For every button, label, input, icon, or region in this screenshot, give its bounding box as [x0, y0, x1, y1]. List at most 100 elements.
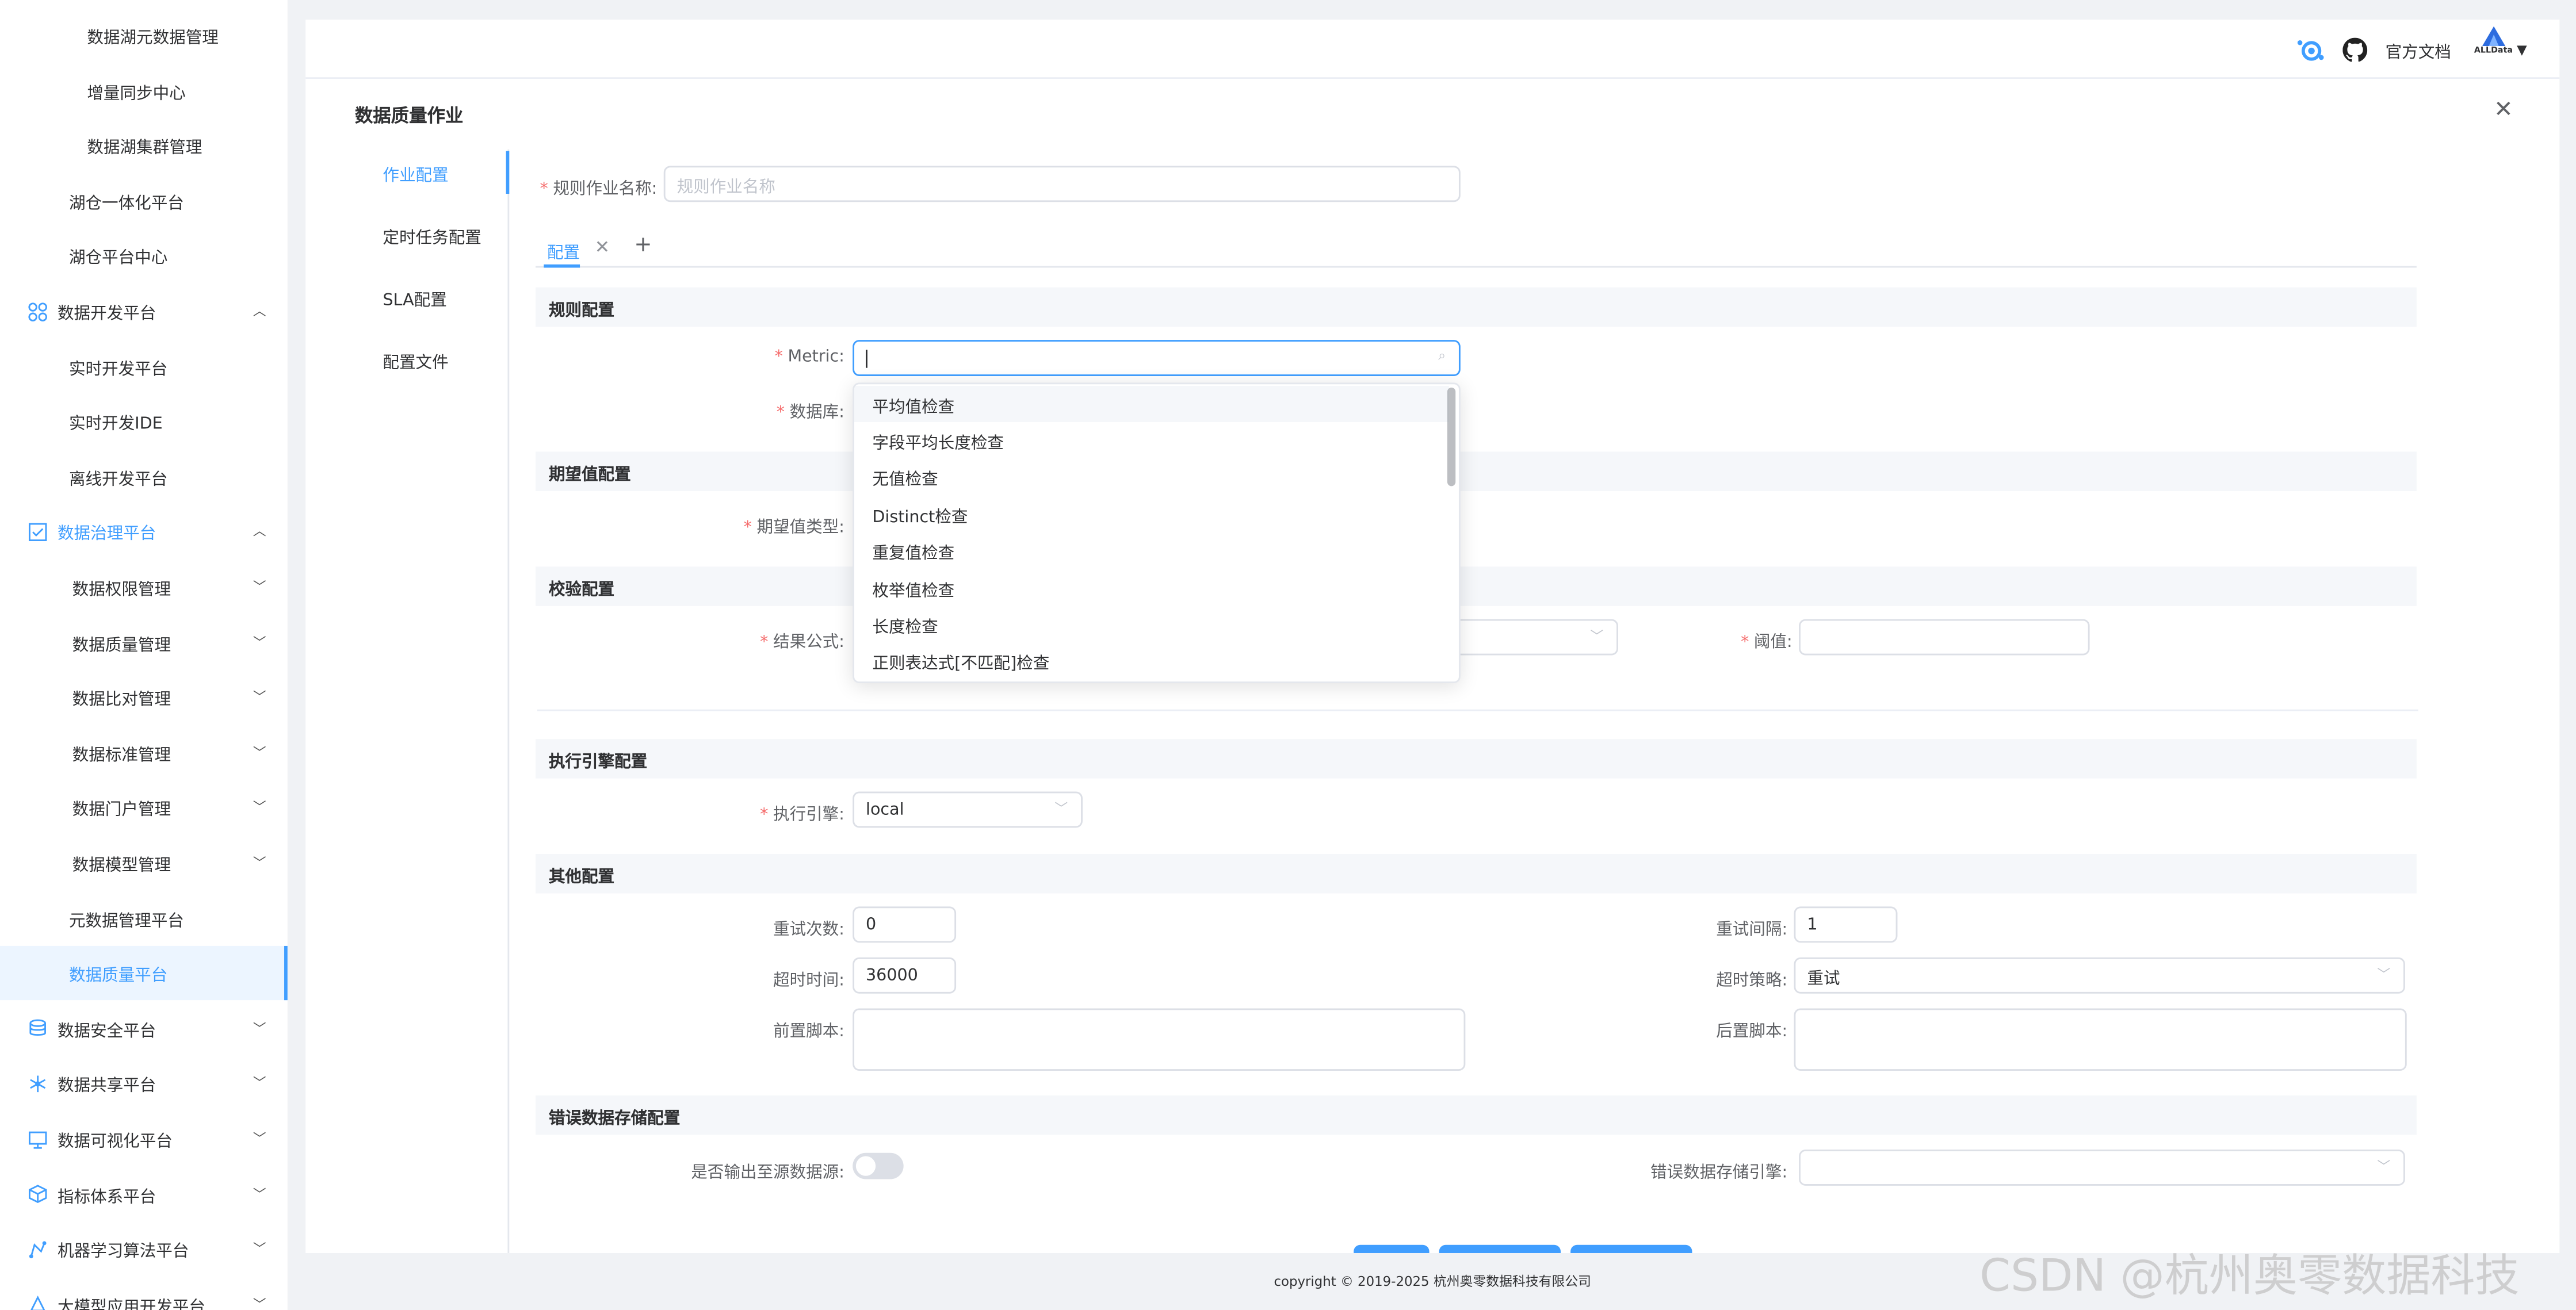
- timeout-policy-select[interactable]: 重试 ﹀: [1794, 957, 2405, 994]
- share-icon: [26, 1073, 48, 1094]
- sidebar-item-1[interactable]: 增量同步中心: [0, 63, 288, 117]
- chevron-down-icon: ﹀: [2377, 1159, 2391, 1174]
- sidebar-item-23[interactable]: 大模型应用开发平台 ﹀: [0, 1277, 288, 1310]
- sidebar-item-22[interactable]: 机器学习算法平台 ﹀: [0, 1222, 288, 1276]
- retry-label: 重试次数:: [773, 921, 844, 940]
- metric-option-6[interactable]: 长度检查: [854, 607, 1449, 643]
- vtab-schedule-config[interactable]: 定时任务配置: [383, 223, 481, 248]
- sidebar-item-5[interactable]: 数据开发平台 ︿: [0, 284, 288, 338]
- brand-logo[interactable]: ALLData: [2474, 26, 2513, 72]
- chevron-up-icon: ︿: [253, 524, 266, 539]
- sidebar-item-label: 数据模型管理: [72, 857, 171, 876]
- metric-option-4[interactable]: 重复值检查: [854, 533, 1449, 569]
- tab-close-icon[interactable]: ✕: [595, 236, 610, 258]
- engine-select[interactable]: local ﹀: [853, 791, 1083, 828]
- config-tabs: 配置 ✕ +: [535, 232, 2417, 268]
- vtab-config-file[interactable]: 配置文件: [383, 348, 448, 373]
- chevron-down-icon: ﹀: [1590, 629, 1604, 644]
- vtab-active-indicator: [506, 151, 510, 194]
- metric-option-7[interactable]: 正则表达式[不匹配]检查: [854, 643, 1449, 680]
- sidebar-item-8[interactable]: 离线开发平台: [0, 450, 288, 504]
- sidebar-item-6[interactable]: 实时开发平台: [0, 339, 288, 393]
- retry-interval-input[interactable]: 1: [1794, 906, 1898, 943]
- tab-config-underline: [544, 264, 580, 268]
- sidebar-item-15[interactable]: 数据模型管理 ﹀: [0, 836, 288, 890]
- formula-label-text: 结果公式:: [773, 634, 844, 652]
- timeout-input[interactable]: 36000: [853, 957, 957, 994]
- sidebar-item-16[interactable]: 元数据管理平台: [0, 891, 288, 945]
- sidebar-item-14[interactable]: 数据门户管理 ﹀: [0, 781, 288, 835]
- search-icon: ⌕: [1438, 348, 1446, 363]
- retry-interval-label: 重试间隔:: [1716, 921, 1788, 940]
- job-name-input[interactable]: 规则作业名称: [663, 166, 1461, 202]
- metric-option-5[interactable]: 枚举值检查: [854, 570, 1449, 606]
- sidebar-item-label: 大模型应用开发平台: [57, 1298, 205, 1310]
- sidebar-item-label: 机器学习算法平台: [57, 1243, 189, 1262]
- sidebar-item-7[interactable]: 实时开发IDE: [0, 394, 288, 449]
- sidebar-item-0[interactable]: 数据湖元数据管理: [0, 8, 288, 62]
- model-icon: [26, 1294, 48, 1310]
- dropdown-scrollbar[interactable]: [1447, 387, 1456, 487]
- sidebar-item-21[interactable]: 指标体系平台 ﹀: [0, 1167, 288, 1221]
- sidebar-item-label: 数据质量管理: [72, 636, 171, 655]
- tab-config[interactable]: 配置: [547, 238, 580, 263]
- sidebar-item-17[interactable]: 数据质量平台: [0, 946, 288, 1001]
- metric-dropdown: 正则表达式[不匹配]检查 长度检查 枚举值检查 重复值检查 Distinct检查 无值检查…: [853, 382, 1461, 684]
- retry-input[interactable]: 0: [853, 906, 957, 943]
- engine-label: * 执行引擎:: [760, 806, 844, 825]
- metric-select[interactable]: ⌕: [853, 340, 1461, 376]
- vtab-job-config[interactable]: 作业配置: [383, 161, 448, 185]
- metric-option-0[interactable]: 平均值检查: [854, 386, 1449, 422]
- chevron-down-icon: ﹀: [253, 1297, 266, 1310]
- sidebar-item-label: 数据开发平台: [57, 305, 156, 324]
- chevron-down-icon: ﹀: [253, 800, 266, 815]
- tab-add-icon[interactable]: +: [634, 233, 652, 258]
- metric-label: * Metric:: [774, 348, 844, 366]
- brand-text: ALLData: [2474, 45, 2513, 56]
- metric-option-2[interactable]: 无值检查: [854, 459, 1449, 496]
- chevron-down-icon: ﹀: [253, 1076, 266, 1091]
- sidebar-item-label: 指标体系平台: [57, 1188, 156, 1206]
- sidebar-item-11[interactable]: 数据质量管理 ﹀: [0, 615, 288, 669]
- sidebar-item-2[interactable]: 数据湖集群管理: [0, 118, 288, 173]
- timeout-policy-value: 重试: [1807, 970, 1840, 988]
- section-error-storage: 错误数据存储配置: [535, 1095, 2417, 1135]
- chevron-down-icon: ﹀: [253, 690, 266, 705]
- pre-script-textarea[interactable]: [853, 1008, 1466, 1071]
- github-icon[interactable]: [2342, 36, 2368, 63]
- vtab-sla-config[interactable]: SLA配置: [383, 286, 446, 310]
- close-icon[interactable]: ✕: [2494, 97, 2513, 123]
- database-label-text: 数据库:: [789, 404, 844, 422]
- metric-label-text: Metric:: [788, 348, 844, 366]
- output-source-switch[interactable]: [853, 1152, 904, 1179]
- error-engine-select[interactable]: ﹀: [1799, 1150, 2405, 1186]
- metric-option-1[interactable]: 字段平均长度检查: [854, 423, 1449, 459]
- post-script-textarea[interactable]: [1794, 1008, 2407, 1071]
- sidebar-item-18[interactable]: 数据安全平台 ﹀: [0, 1001, 288, 1055]
- sidebar-item-20[interactable]: 数据可视化平台 ﹀: [0, 1112, 288, 1166]
- help-robot-icon[interactable]: [2295, 36, 2325, 63]
- timeout-label: 超时时间:: [773, 972, 844, 991]
- apps-icon: [26, 301, 48, 322]
- chevron-up-icon: ︿: [253, 304, 266, 319]
- formula-label: * 结果公式:: [760, 634, 844, 652]
- job-name-label-text: 规则作业名称:: [553, 181, 658, 199]
- sidebar-item-12[interactable]: 数据比对管理 ﹀: [0, 671, 288, 725]
- sidebar-item-label: 数据门户管理: [72, 802, 171, 821]
- metric-option-3[interactable]: Distinct检查: [854, 496, 1449, 533]
- database-label: * 数据库:: [776, 404, 844, 422]
- sidebar-item-19[interactable]: 数据共享平台 ﹀: [0, 1056, 288, 1110]
- cube-icon: [26, 1183, 48, 1205]
- sidebar-item-9[interactable]: 数据治理平台 ︿: [0, 505, 288, 559]
- sidebar-item-4[interactable]: 湖仓平台中心: [0, 229, 288, 283]
- chevron-down-icon: ﹀: [253, 1131, 266, 1147]
- graph-icon: [26, 1239, 48, 1260]
- monitor-icon: [26, 1128, 48, 1150]
- chevron-down-icon: ﹀: [253, 1186, 266, 1202]
- sidebar-item-10[interactable]: 数据权限管理 ﹀: [0, 560, 288, 614]
- threshold-input[interactable]: [1799, 619, 2090, 656]
- sidebar-item-3[interactable]: 湖仓一体化平台: [0, 174, 288, 228]
- user-menu-caret-icon[interactable]: ▼: [2517, 36, 2527, 63]
- docs-link[interactable]: 官方文档: [2386, 36, 2451, 63]
- sidebar-item-13[interactable]: 数据标准管理 ﹀: [0, 726, 288, 780]
